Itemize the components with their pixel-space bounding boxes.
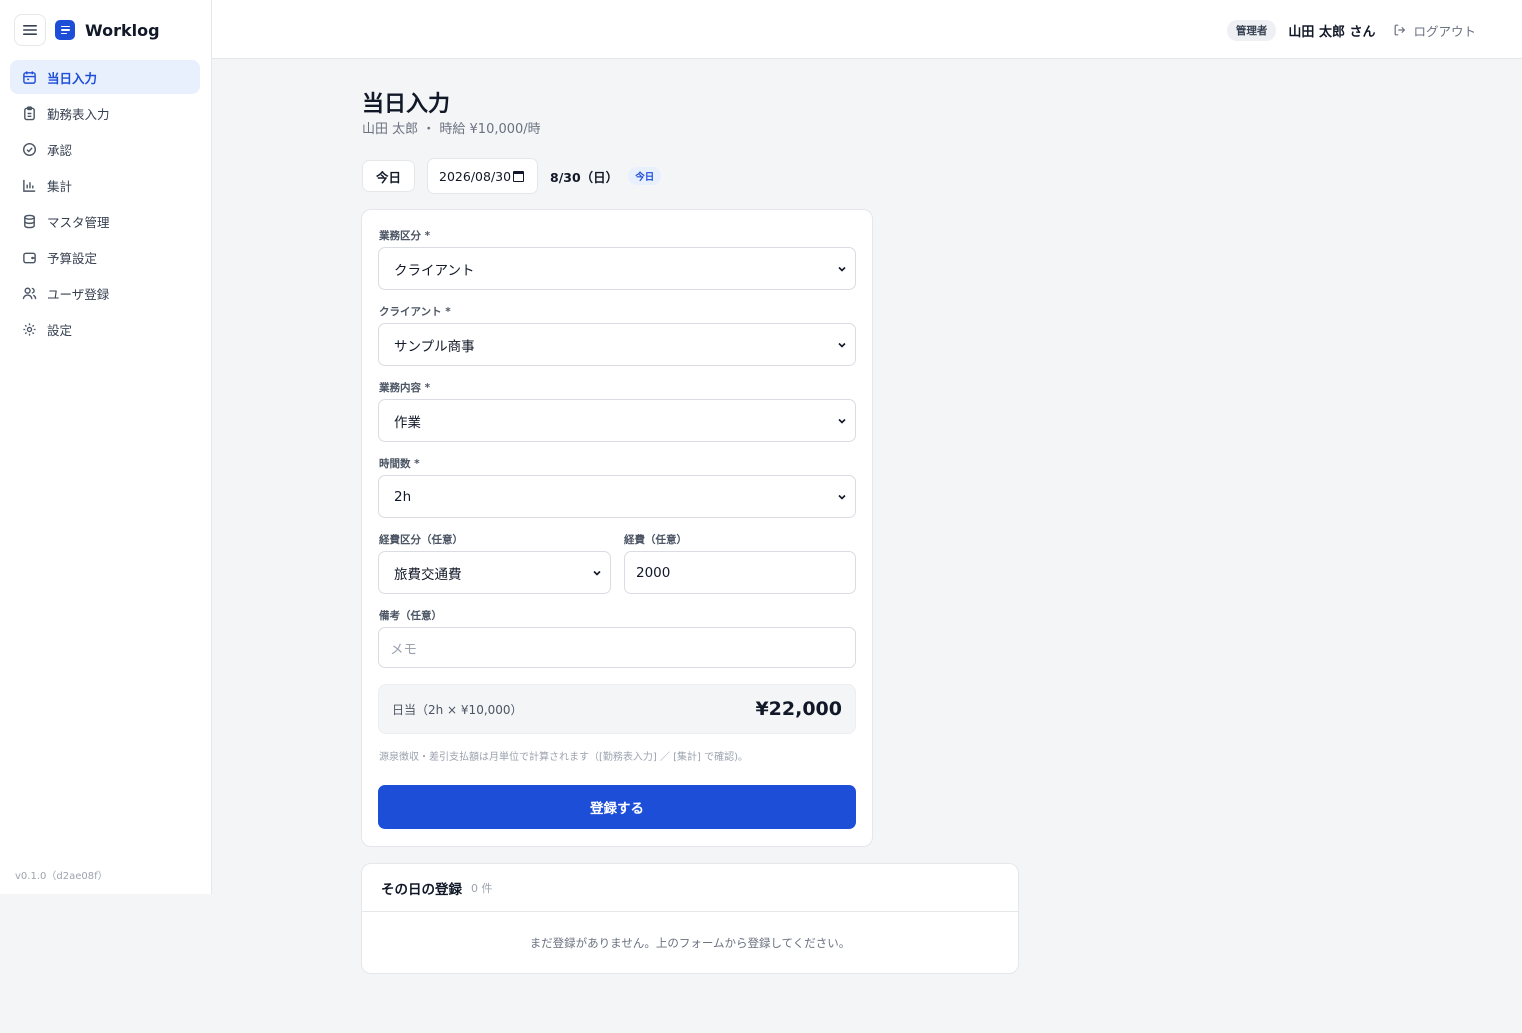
- sidebar-item-label: 当日入力: [47, 70, 98, 86]
- bar-chart-icon: [21, 177, 37, 193]
- expense-type-select[interactable]: 旅費交通費: [378, 551, 611, 594]
- register-button[interactable]: 登録する: [378, 785, 856, 829]
- hours-value: 2h: [394, 488, 412, 505]
- sidebar-item-summary[interactable]: 集計: [10, 168, 200, 202]
- date-input[interactable]: 2026/08/30: [427, 158, 539, 194]
- day-entries-title: その日の登録: [381, 881, 462, 898]
- app-version: v0.1.0（d2ae08f）: [15, 871, 108, 882]
- daily-total-value: ¥22,000: [755, 698, 842, 720]
- expense-label: 経費（任意）: [624, 534, 687, 546]
- sidebar-item-label: 設定: [47, 322, 73, 338]
- chevron-down-icon: [837, 264, 847, 274]
- day-entries-count: 0 件: [471, 881, 493, 895]
- users-icon: [21, 285, 37, 301]
- client-label: クライアント *: [379, 306, 451, 318]
- sidebar-item-user-registration[interactable]: ユーザ登録: [10, 276, 200, 310]
- user-name: 山田 太郎 さん: [1288, 24, 1376, 40]
- app-name: Worklog: [85, 20, 160, 40]
- user-area: 管理者 山田 太郎 さん ログアウト: [1226, 18, 1476, 42]
- today-badge: 今日: [628, 167, 662, 185]
- chevron-down-icon: [837, 340, 847, 350]
- hours-select[interactable]: 2h: [378, 475, 856, 518]
- page-title: 当日入力: [362, 92, 451, 117]
- hours-label: 時間数 *: [379, 458, 420, 470]
- calendar-icon: [21, 69, 37, 85]
- chevron-down-icon: [837, 492, 847, 502]
- sidebar-item-label: 承認: [47, 142, 73, 158]
- selected-date-label: 8/30（日）: [550, 169, 619, 185]
- logout-icon: [1395, 24, 1406, 36]
- client-value: サンプル商事: [394, 338, 475, 355]
- memo-placeholder: メモ: [390, 641, 417, 658]
- page-subtitle: 山田 太郎 ・ 時給 ¥10,000/時: [362, 122, 541, 137]
- check-circle-icon: [21, 141, 37, 157]
- date-input-value: 2026/08/30: [439, 168, 512, 184]
- day-entries-empty-message: まだ登録がありません。上のフォームから登録してください。: [529, 936, 851, 950]
- business-type-label: 業務区分 *: [379, 230, 431, 242]
- daily-total: 日当（2h × ¥10,000） ¥22,000: [378, 684, 856, 734]
- sidebar-item-settings[interactable]: 設定: [10, 312, 200, 346]
- gear-icon: [21, 321, 37, 337]
- withholding-note: 源泉徴収・差引支払額は月単位で計算されます（[勤務表入力] ／ [集計] で確認…: [379, 752, 749, 763]
- menu-toggle-button[interactable]: [14, 14, 46, 46]
- expense-type-value: 旅費交通費: [394, 566, 462, 583]
- today-button[interactable]: 今日: [362, 160, 416, 192]
- sidebar-nav: 当日入力 勤務表入力 承認 集計 マスタ管理 予算設定 ユーザ登録 設定: [10, 60, 200, 348]
- date-selector: 今日 2026/08/30 8/30（日） 今日: [362, 158, 662, 194]
- client-select[interactable]: サンプル商事: [378, 323, 856, 366]
- sidebar-item-label: マスタ管理: [47, 214, 110, 230]
- memo-input[interactable]: メモ: [378, 627, 856, 668]
- expense-type-label: 経費区分（任意）: [379, 534, 463, 546]
- chevron-down-icon: [837, 416, 847, 426]
- sidebar-item-label: 勤務表入力: [47, 106, 110, 122]
- work-content-value: 作業: [394, 414, 421, 431]
- sidebar-item-approval[interactable]: 承認: [10, 132, 200, 166]
- sidebar: Worklog 当日入力 勤務表入力 承認 集計 マスタ管理 予算設定 ユーザ登…: [0, 0, 212, 894]
- chevron-down-icon: [592, 568, 602, 578]
- logout-button[interactable]: ログアウト: [1393, 21, 1476, 40]
- logout-label: ログアウト: [1413, 23, 1476, 39]
- date-picker-icon[interactable]: [513, 170, 525, 182]
- clipboard-icon: [21, 105, 37, 121]
- worklog-logo-icon: [55, 20, 75, 40]
- sidebar-item-master[interactable]: マスタ管理: [10, 204, 200, 238]
- sidebar-item-label: 集計: [47, 178, 73, 194]
- sidebar-item-timesheet[interactable]: 勤務表入力: [10, 96, 200, 130]
- day-entries-card: その日の登録 0 件 まだ登録がありません。上のフォームから登録してください。: [361, 863, 1019, 974]
- expense-value: 2000: [636, 564, 671, 581]
- work-content-select[interactable]: 作業: [378, 399, 856, 442]
- sidebar-item-label: 予算設定: [47, 250, 98, 266]
- sidebar-item-budget[interactable]: 予算設定: [10, 240, 200, 274]
- top-bar: 管理者 山田 太郎 さん ログアウト: [212, 0, 1522, 59]
- business-type-value: クライアント: [394, 262, 475, 279]
- hamburger-icon: [23, 25, 37, 35]
- role-badge: 管理者: [1226, 19, 1277, 41]
- sidebar-item-label: ユーザ登録: [47, 286, 110, 302]
- day-entries-header: その日の登録 0 件: [362, 864, 1018, 912]
- work-content-label: 業務内容 *: [379, 382, 431, 394]
- daily-total-label: 日当（2h × ¥10,000）: [392, 702, 523, 717]
- memo-label: 備考（任意）: [379, 610, 442, 622]
- database-icon: [21, 213, 37, 229]
- brand: Worklog: [14, 14, 160, 46]
- sidebar-item-daily-entry[interactable]: 当日入力: [10, 60, 200, 94]
- wallet-icon: [21, 249, 37, 265]
- entry-form-card: 業務区分 * クライアント クライアント * サンプル商事 業務内容 * 作業 …: [361, 209, 873, 847]
- business-type-select[interactable]: クライアント: [378, 247, 856, 290]
- expense-input[interactable]: 2000: [624, 551, 856, 594]
